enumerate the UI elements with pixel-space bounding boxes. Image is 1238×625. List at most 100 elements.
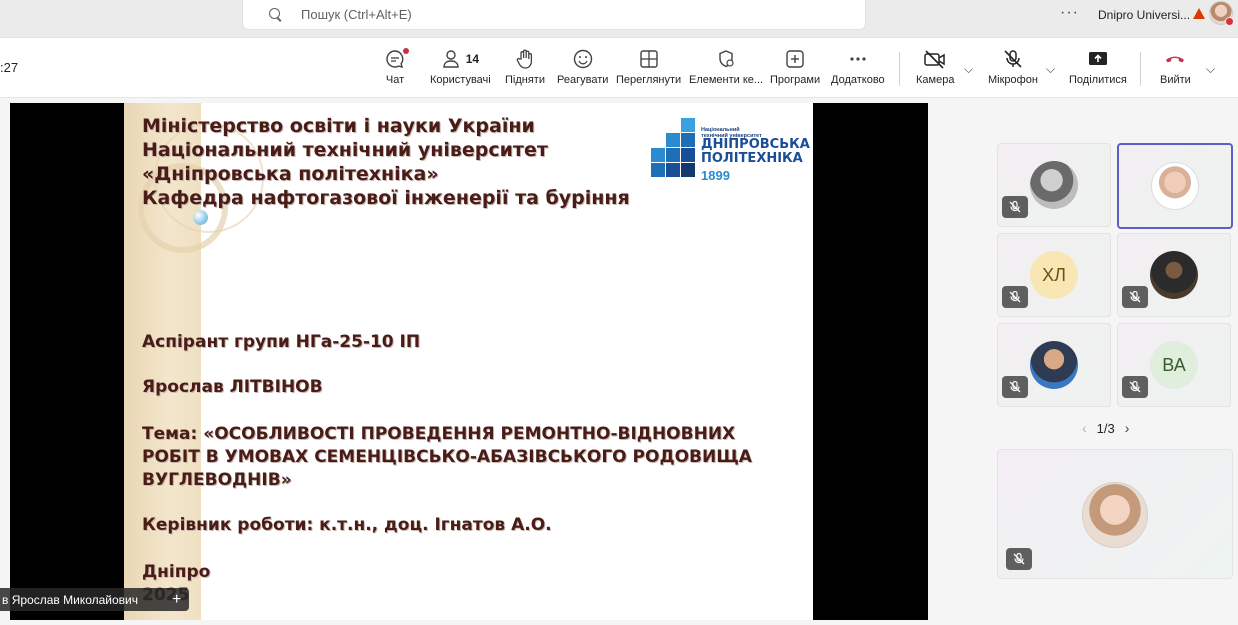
- leave-button[interactable]: Вийти: [1160, 46, 1191, 86]
- camera-off-icon: [923, 46, 947, 72]
- mic-off-icon: [1002, 46, 1024, 72]
- participant-photo: [1150, 251, 1198, 299]
- add-app-icon: [784, 46, 806, 72]
- plus-icon[interactable]: +: [172, 591, 181, 609]
- apps-label: Програми: [770, 74, 821, 86]
- grid-view-icon: [638, 46, 660, 72]
- react-button[interactable]: Реагувати: [557, 46, 608, 86]
- raise-hand-button[interactable]: Підняти: [505, 46, 545, 86]
- warning-icon[interactable]: [1193, 8, 1205, 19]
- slide-decor-bead: [193, 210, 208, 225]
- logo-block: [681, 148, 695, 162]
- participant-tile[interactable]: ХЛ: [997, 233, 1111, 317]
- title-bar: Пошук (Ctrl+Alt+E) ··· Dnipro Universi..…: [0, 0, 1238, 38]
- raise-label: Підняти: [505, 74, 545, 86]
- participant-tile[interactable]: [997, 323, 1111, 407]
- logo-block: [651, 148, 665, 162]
- self-video-tile[interactable]: [997, 449, 1233, 579]
- meeting-elements-button[interactable]: Елементи ке...: [689, 46, 763, 86]
- search-input[interactable]: Пошук (Ctrl+Alt+E): [301, 7, 412, 22]
- logo-block: [666, 163, 680, 177]
- search-icon: [269, 7, 283, 22]
- mic-muted-icon: [1002, 286, 1028, 308]
- org-name[interactable]: Dnipro Universi...: [1098, 8, 1190, 22]
- participant-tile[interactable]: [1117, 233, 1231, 317]
- mic-muted-icon: [1002, 196, 1028, 218]
- chat-button[interactable]: Чат: [384, 46, 409, 86]
- logo-name: ДНІПРОВСЬКА ПОЛІТЕХНІКА: [701, 138, 810, 166]
- leave-options-chevron-icon[interactable]: ⌵: [1206, 62, 1215, 77]
- pager-prev-button[interactable]: ‹: [1082, 420, 1087, 436]
- participant-tile[interactable]: ВА: [1117, 323, 1231, 407]
- mic-options-chevron-icon[interactable]: ⌵: [1046, 62, 1055, 77]
- supervisor: Керівник роботи: к.т.н., доц. Ігнатов А.…: [142, 515, 552, 535]
- chat-label: Чат: [385, 74, 405, 86]
- self-photo: [1082, 482, 1148, 548]
- logo-block: [666, 133, 680, 147]
- participant-initials: ХЛ: [1030, 251, 1078, 299]
- unread-badge: [403, 48, 409, 54]
- presenter-name: в Ярослав Миколайович: [2, 592, 138, 607]
- logo-block: [666, 148, 680, 162]
- city: Дніпро: [142, 562, 211, 582]
- participant-tile[interactable]: [997, 143, 1111, 227]
- people-button[interactable]: 14 Користувачі: [430, 46, 491, 86]
- search-box[interactable]: Пошук (Ctrl+Alt+E): [242, 0, 866, 30]
- share-label: Поділитися: [1069, 74, 1127, 86]
- leave-label: Вийти: [1160, 74, 1191, 86]
- camera-button[interactable]: Камера: [916, 46, 954, 86]
- participant-tile-active[interactable]: [1117, 143, 1233, 229]
- mic-muted-icon: [1122, 286, 1148, 308]
- view-label: Переглянути: [616, 74, 682, 86]
- logo-name-line: ПОЛІТЕХНІКА: [701, 151, 803, 166]
- presentation-slide: Міністерство освіти і науки України Наці…: [124, 103, 813, 620]
- camera-options-chevron-icon[interactable]: ⌵: [964, 62, 973, 77]
- participant-photo: [1030, 341, 1078, 389]
- smile-icon: [572, 46, 594, 72]
- logo-block: [681, 133, 695, 147]
- profile-avatar[interactable]: [1209, 1, 1234, 26]
- mic-muted-icon: [1122, 376, 1148, 398]
- hang-up-icon: [1163, 46, 1187, 72]
- react-label: Реагувати: [557, 74, 609, 86]
- shield-gear-icon: [715, 46, 737, 72]
- topic-line: РОБІТ В УМОВАХ СЕМЕНЦІВСЬКО-АБАЗІВСЬКОГО…: [142, 447, 752, 467]
- more-button[interactable]: Додатково: [831, 46, 885, 86]
- topic-line: Тема: «ОСОБЛИВОСТІ ПРОВЕДЕННЯ РЕМОНТНО-В…: [142, 424, 736, 444]
- slide-header-line: Кафедра нафтогазової інженерії та бурінн…: [142, 187, 630, 209]
- meeting-timer: :27: [0, 60, 19, 75]
- slide-header-line: «Дніпровська політехніка»: [142, 163, 439, 185]
- logo-name-line: ДНІПРОВСЬКА: [701, 137, 810, 152]
- pager-next-button[interactable]: ›: [1125, 420, 1130, 436]
- view-button[interactable]: Переглянути: [616, 46, 681, 86]
- elements-label: Елементи ке...: [689, 74, 764, 86]
- topic-line: ВУГЛЕВОДНІВ»: [142, 470, 292, 490]
- toolbar-divider: [899, 52, 900, 86]
- logo-year: 1899: [701, 168, 730, 183]
- toolbar-divider: [1140, 52, 1141, 86]
- camera-label: Камера: [916, 74, 955, 86]
- mic-muted-icon: [1002, 376, 1028, 398]
- hand-icon: [514, 46, 536, 72]
- share-button[interactable]: Поділитися: [1069, 46, 1127, 86]
- people-label: Користувачі: [430, 74, 491, 86]
- mic-button[interactable]: Мікрофон: [988, 46, 1038, 86]
- apps-button[interactable]: Програми: [770, 46, 820, 86]
- slide-header-line: Національний технічний університет: [142, 139, 548, 161]
- presenter-name-tag: в Ярослав Миколайович +: [0, 588, 190, 611]
- student-group: Аспірант групи НГа-25-10 ІП: [142, 332, 421, 352]
- logo-block: [681, 163, 695, 177]
- more-dots-icon: [847, 46, 869, 72]
- participant-initials: ВА: [1150, 341, 1198, 389]
- share-screen-icon: [1086, 46, 1110, 72]
- slide-header-line: Міністерство освіти і науки України: [142, 115, 535, 137]
- shared-screen[interactable]: Міністерство освіти і науки України Наці…: [10, 103, 928, 620]
- more-options-button[interactable]: ···: [1060, 4, 1079, 22]
- student-name: Ярослав ЛІТВІНОВ: [142, 377, 323, 397]
- chat-icon: [384, 46, 409, 72]
- participant-photo: [1030, 161, 1078, 209]
- status-dot-icon: [1225, 17, 1234, 26]
- more-label: Додатково: [831, 74, 885, 86]
- gallery-pager: ‹ 1/3 ›: [1082, 420, 1129, 436]
- participant-photo: [1151, 162, 1199, 210]
